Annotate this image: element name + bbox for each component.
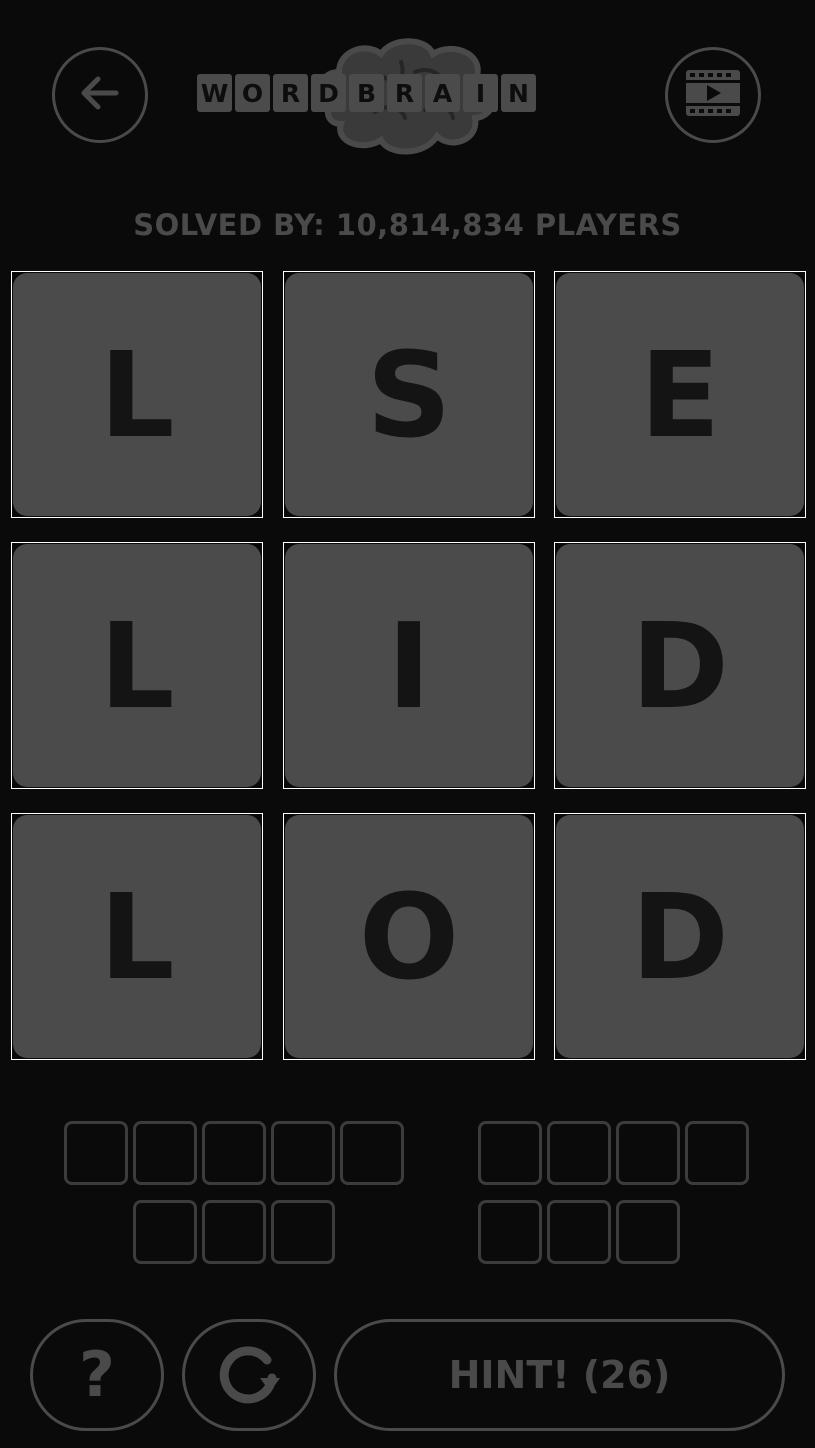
letter-tile[interactable]: D (554, 542, 806, 789)
arrow-left-icon (76, 69, 124, 121)
answer-slot (547, 1200, 611, 1264)
answer-slot (478, 1200, 542, 1264)
answer-slot (271, 1200, 335, 1264)
answer-slot (133, 1121, 197, 1185)
tile-letter: I (285, 544, 533, 787)
answer-slot (64, 1121, 128, 1185)
letter-tile[interactable]: L (11, 542, 263, 789)
solved-by-count: SOLVED BY: 10,814,834 PLAYERS (133, 208, 682, 242)
logo-letter: D (311, 74, 346, 112)
tile-letter: S (285, 273, 533, 516)
back-button[interactable] (52, 47, 148, 143)
tile-letter: L (13, 273, 261, 516)
logo-letters: W O R D B R A I N (197, 74, 536, 112)
logo-letter: R (387, 74, 422, 112)
reset-button[interactable] (182, 1319, 316, 1431)
watch-video-button[interactable] (665, 47, 761, 143)
help-button[interactable]: ? (30, 1319, 164, 1431)
tile-letter: E (556, 273, 804, 516)
help-label: ? (79, 1338, 115, 1411)
tile-letter: D (556, 544, 804, 787)
wordbrain-logo: W O R D B R A I N (197, 32, 617, 162)
letter-tile[interactable]: L (11, 271, 263, 518)
answer-slot (616, 1200, 680, 1264)
tile-letter: L (13, 544, 261, 787)
hint-button[interactable]: HINT! (26) (334, 1319, 785, 1431)
logo-letter: B (349, 74, 384, 112)
answer-slot (202, 1200, 266, 1264)
answer-slot (685, 1121, 749, 1185)
logo-letter: I (463, 74, 498, 112)
logo-letter: A (425, 74, 460, 112)
letter-tile[interactable]: E (554, 271, 806, 518)
game-screen: W O R D B R A I N SOLVED BY: 10,814,834 … (0, 0, 815, 1448)
answer-slot (271, 1121, 335, 1185)
logo-letter: N (501, 74, 536, 112)
tile-letter: O (285, 815, 533, 1058)
letter-tile[interactable]: S (283, 271, 535, 518)
answer-slot (202, 1121, 266, 1185)
answer-slot (547, 1121, 611, 1185)
logo-letter: O (235, 74, 270, 112)
letter-tile[interactable]: O (283, 813, 535, 1060)
letter-tile[interactable]: D (554, 813, 806, 1060)
refresh-icon (214, 1338, 284, 1412)
letter-tile[interactable]: L (11, 813, 263, 1060)
tile-letter: L (13, 815, 261, 1058)
letter-tile[interactable]: I (283, 542, 535, 789)
answer-slot (478, 1121, 542, 1185)
answer-slot (340, 1121, 404, 1185)
answer-slot (133, 1200, 197, 1264)
answer-slot (616, 1121, 680, 1185)
film-play-icon (684, 68, 742, 122)
logo-letter: R (273, 74, 308, 112)
logo-letter: W (197, 74, 232, 112)
tile-letter: D (556, 815, 804, 1058)
